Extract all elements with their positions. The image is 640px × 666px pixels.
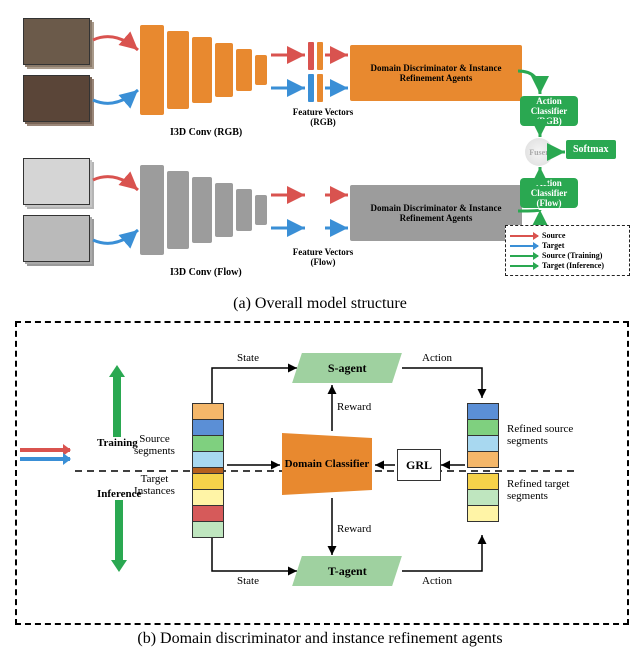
softmax-block: Softmax [566, 140, 616, 159]
legend-target: Target [542, 241, 564, 250]
fv-rgb-target-icon [317, 42, 323, 70]
i3d-flow-label: I3D Conv (Flow) [170, 267, 242, 278]
action-classifier-rgb: Action Classifier (RGB) [520, 96, 578, 126]
fv-flow-label: Feature Vectors (Flow) [283, 247, 363, 267]
legend-source: Source [542, 231, 565, 240]
rgb-target-frames [23, 75, 90, 122]
fuser-node: Fuser [525, 138, 553, 166]
legend-target-arrow-icon [510, 245, 538, 247]
legend-src-train-arrow-icon [510, 255, 538, 257]
state-top: State [237, 352, 259, 364]
panel-a-overall-model: I3D Conv (RGB) I3D Conv (Flow) Feature V… [15, 10, 625, 290]
legend-src-train: Source (Training) [542, 251, 602, 260]
legend-tgt-inf-arrow-icon [510, 265, 538, 267]
t-agent: T-agent [292, 556, 402, 586]
input-arrows [20, 443, 70, 466]
i3d-rgb-backbone [140, 25, 270, 120]
i3d-rgb-label: I3D Conv (RGB) [170, 127, 242, 138]
refined-tgt-label: Refined target segments [507, 478, 597, 502]
refined-target-stack [467, 473, 499, 521]
legend-tgt-inf: Target (Inference) [542, 261, 604, 270]
state-bot: State [237, 575, 259, 587]
target-input-arrow-icon [20, 457, 70, 461]
refined-src-label: Refined source segments [507, 423, 597, 447]
legend-box: Source Target Source (Training) Target (… [505, 225, 630, 276]
fv-rgb-source-icon [308, 42, 314, 70]
fv-rgb-target-icon2 [317, 74, 323, 102]
flow-target-frames [23, 215, 90, 262]
domain-classifier: Domain Classifier [282, 433, 372, 495]
refined-source-stack [467, 403, 499, 467]
reward-bot: Reward [337, 523, 371, 535]
fv-rgb-source-icon2 [308, 74, 314, 102]
action-bot: Action [422, 575, 452, 587]
s-agent: S-agent [292, 353, 402, 383]
target-instances-stack [192, 473, 224, 537]
caption-a: (a) Overall model structure [15, 295, 625, 313]
action-classifier-flow: Action Classifier (Flow) [520, 178, 578, 208]
flow-source-frames [23, 158, 90, 205]
source-input-arrow-icon [20, 448, 70, 452]
grl-block: GRL [397, 449, 441, 481]
i3d-flow-backbone [140, 165, 270, 260]
source-segments-stack [192, 403, 224, 483]
rgb-source-frames [23, 18, 90, 65]
caption-b: (b) Domain discriminator and instance re… [15, 630, 625, 648]
reward-top: Reward [337, 401, 371, 413]
action-top: Action [422, 352, 452, 364]
figure-root: I3D Conv (RGB) I3D Conv (Flow) Feature V… [0, 0, 640, 666]
panel-b-domain-agents: Training Inference Source segments Targe… [15, 321, 629, 625]
legend-source-arrow-icon [510, 235, 538, 237]
fv-rgb-label: Feature Vectors (RGB) [283, 107, 363, 127]
domain-refine-box-flow: Domain Discriminator & Instance Refineme… [350, 185, 522, 241]
domain-refine-box-rgb: Domain Discriminator & Instance Refineme… [350, 45, 522, 101]
